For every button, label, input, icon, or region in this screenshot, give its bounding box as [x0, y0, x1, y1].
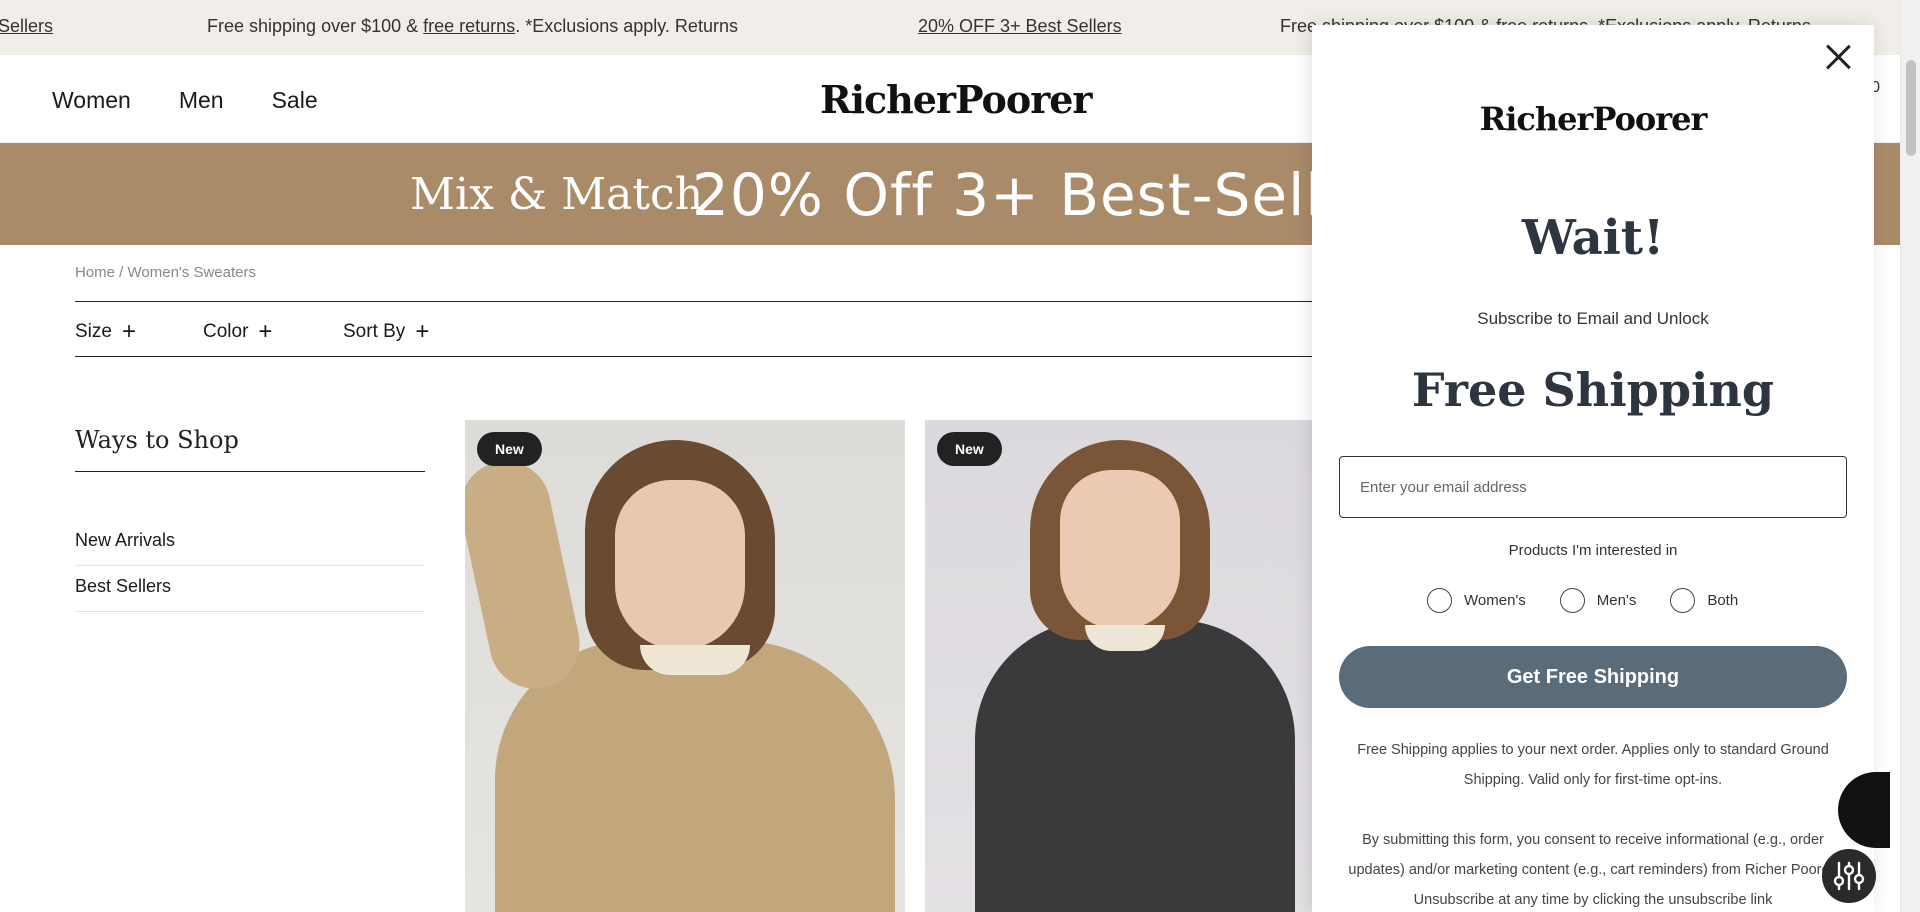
filter-size-label: Size — [75, 321, 112, 342]
announcement-best-sellers-link[interactable]: Sellers — [0, 16, 53, 37]
radio-circle-icon[interactable] — [1670, 588, 1696, 613]
radio-womens-label: Women's — [1464, 592, 1526, 609]
sidebar-divider — [75, 471, 425, 472]
new-badge: New — [937, 432, 1002, 466]
announcement-shipping-text: Free shipping over $100 & free returns. … — [207, 16, 738, 37]
breadcrumb[interactable]: Home / Women's Sweaters — [75, 264, 256, 281]
announcement-shipping-prefix: Free shipping over $100 & — [207, 16, 424, 36]
product-card[interactable]: New — [465, 420, 905, 912]
consent-text: By submitting this form, you consent to … — [1348, 832, 1838, 908]
page-scrollbar[interactable] — [1900, 0, 1920, 912]
radio-circle-icon[interactable] — [1559, 588, 1585, 613]
filter-sort-label: Sort By — [343, 321, 406, 342]
scrollbar-thumb[interactable] — [1906, 60, 1916, 156]
announcement-promo-link[interactable]: 20% OFF 3+ Best Sellers — [918, 16, 1122, 37]
announcement-shipping-suffix: . *Exclusions apply. Returns — [515, 16, 738, 36]
radio-circle-icon[interactable] — [1427, 588, 1452, 613]
filter-bar: Size + Color + Sort By + — [75, 301, 1325, 357]
email-input[interactable] — [1339, 456, 1847, 518]
radio-mens-label: Men's — [1596, 592, 1637, 609]
sidebar-item-new-arrivals[interactable]: New Arrivals — [75, 520, 425, 566]
product-image[interactable] — [925, 420, 1345, 912]
get-free-shipping-button[interactable]: Get Free Shipping — [1339, 646, 1847, 708]
sidebar-item-best-sellers[interactable]: Best Sellers — [75, 566, 425, 612]
filter-size[interactable]: Size + — [75, 320, 136, 344]
accessibility-icon[interactable] — [1822, 849, 1876, 903]
ways-to-shop-title: Ways to Shop — [75, 426, 239, 454]
plus-icon: + — [121, 318, 136, 345]
modal-logo: RicherPoorer — [1479, 100, 1708, 138]
modal-offer: Free Shipping — [1411, 363, 1775, 417]
nav-women[interactable]: Women — [52, 87, 131, 114]
filter-sort[interactable]: Sort By + — [343, 320, 429, 344]
modal-heading: Wait! — [1521, 210, 1665, 266]
radio-womens[interactable]: Women's — [1427, 588, 1526, 613]
free-returns-link[interactable]: free returns — [423, 16, 515, 36]
main-nav: Women Men Sale — [52, 87, 318, 114]
filter-color-label: Color — [203, 321, 249, 342]
new-badge: New — [477, 432, 542, 466]
interest-radio-group: Women's Men's Both — [1427, 588, 1738, 613]
nav-sale[interactable]: Sale — [272, 87, 318, 114]
filter-color[interactable]: Color + — [203, 320, 272, 344]
product-image[interactable] — [465, 420, 905, 912]
products-interest-label: Products I'm interested in — [1508, 542, 1678, 559]
modal-subtitle: Subscribe to Email and Unlock — [1477, 309, 1709, 328]
sliders-icon — [1833, 861, 1865, 891]
close-icon[interactable] — [1822, 41, 1854, 73]
promo-headline: 20% Off 3+ Best-Sellers — [692, 161, 1416, 229]
plus-icon: + — [258, 318, 273, 345]
radio-mens[interactable]: Men's — [1559, 588, 1637, 613]
product-card[interactable]: New — [925, 420, 1345, 912]
nav-men[interactable]: Men — [179, 87, 224, 114]
radio-both[interactable]: Both — [1670, 588, 1738, 613]
radio-both-label: Both — [1707, 592, 1739, 609]
email-signup-modal: RicherPoorer Wait! Subscribe to Email an… — [1312, 25, 1874, 912]
site-logo[interactable]: RicherPoorer — [820, 77, 1092, 122]
promo-lead: Mix & Match — [410, 169, 704, 220]
shipping-terms-note: Free Shipping applies to your next order… — [1357, 742, 1829, 788]
plus-icon: + — [415, 318, 430, 345]
